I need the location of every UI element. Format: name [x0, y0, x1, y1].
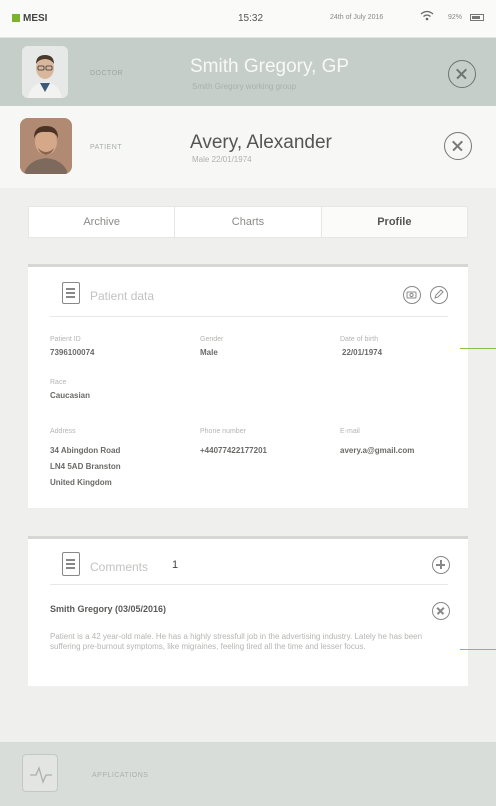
- address-label: Address: [50, 428, 76, 435]
- pulse-icon[interactable]: [22, 754, 58, 792]
- carrier-logo-icon: [12, 14, 20, 22]
- patient-avatar: [20, 118, 72, 174]
- address-line-1: 34 Abingdon Road: [50, 446, 121, 455]
- edit-icon[interactable]: [430, 286, 448, 304]
- annotation-marker: [460, 649, 496, 650]
- comments-count: 1: [172, 559, 179, 571]
- document-icon: [62, 552, 80, 576]
- tab-profile[interactable]: Profile: [321, 207, 467, 237]
- app-frame: MESI 15:32 24th of July 2016 92% DOCTOR …: [0, 0, 496, 806]
- email-label: E-mail: [340, 428, 360, 435]
- clipboard-icon: [62, 282, 80, 304]
- doctor-role-label: DOCTOR: [90, 70, 124, 77]
- divider: [50, 316, 448, 317]
- delete-comment-icon[interactable]: [432, 602, 450, 620]
- gender-label: Gender: [200, 336, 224, 343]
- date-label: 24th of July 2016: [330, 14, 384, 21]
- camera-icon[interactable]: [403, 286, 421, 304]
- battery-icon: [470, 14, 484, 21]
- comments-title: Comments: [90, 560, 149, 574]
- add-comment-icon[interactable]: [432, 556, 450, 574]
- tab-archive[interactable]: Archive: [29, 207, 176, 237]
- carrier: MESI: [12, 13, 47, 24]
- wifi-icon: [420, 10, 434, 24]
- divider: [50, 584, 448, 585]
- patient-subtitle: Male 22/01/1974: [192, 155, 252, 164]
- phone-value[interactable]: +44077422177201: [200, 444, 267, 457]
- clock: 15:32: [238, 13, 264, 24]
- comment-author: Smith Gregory (03/05/2016): [50, 604, 167, 614]
- annotation-marker: [460, 348, 496, 349]
- doctor-bar: DOCTOR Smith Gregory, GP Smith Gregory w…: [0, 38, 496, 106]
- card-top-border: [28, 264, 468, 267]
- patient-id-label: Patient ID: [50, 336, 81, 343]
- doctor-close-button[interactable]: [448, 60, 476, 88]
- race-value: Caucasian: [50, 391, 91, 400]
- race-label: Race: [50, 379, 67, 386]
- address-line-2: LN4 5AD Branston: [50, 462, 121, 471]
- card-top-border: [28, 536, 468, 539]
- status-bar: MESI 15:32 24th of July 2016 92%: [0, 0, 496, 38]
- phone-label: Phone number: [200, 428, 246, 435]
- patient-close-button[interactable]: [444, 132, 472, 160]
- tab-charts[interactable]: Charts: [175, 207, 322, 237]
- applications-label[interactable]: APPLICATIONS: [92, 772, 148, 779]
- doctor-subtitle: Smith Gregory working group: [192, 82, 297, 91]
- patient-data-card: Patient data Patient ID 7396100074 Gende…: [28, 264, 468, 508]
- dob-label: Date of birth: [340, 336, 379, 343]
- tab-bar: Archive Charts Profile: [28, 206, 468, 238]
- carrier-label: MESI: [23, 13, 48, 24]
- patient-id-value: 7396100074: [50, 348, 95, 357]
- address-line-3: United Kingdom: [50, 478, 112, 487]
- comment-text: Patient is a 42 year-old male. He has a …: [50, 632, 423, 651]
- dob-value: 22/01/1974: [342, 348, 383, 357]
- doctor-avatar: [22, 46, 68, 98]
- comments-card: Comments 1 Smith Gregory (03/05/2016) Pa…: [28, 536, 468, 686]
- battery-label: 92%: [448, 14, 463, 21]
- patient-data-title: Patient data: [90, 289, 155, 303]
- applications-bar: APPLICATIONS: [0, 742, 496, 806]
- email-value[interactable]: avery.a@gmail.com: [340, 444, 414, 457]
- gender-value: Male: [200, 348, 218, 357]
- patient-name: Avery, Alexander: [190, 132, 332, 153]
- patient-role-label: PATIENT: [90, 144, 123, 151]
- patient-bar: PATIENT Avery, Alexander Male 22/01/1974: [0, 106, 496, 188]
- doctor-name: Smith Gregory, GP: [190, 56, 350, 77]
